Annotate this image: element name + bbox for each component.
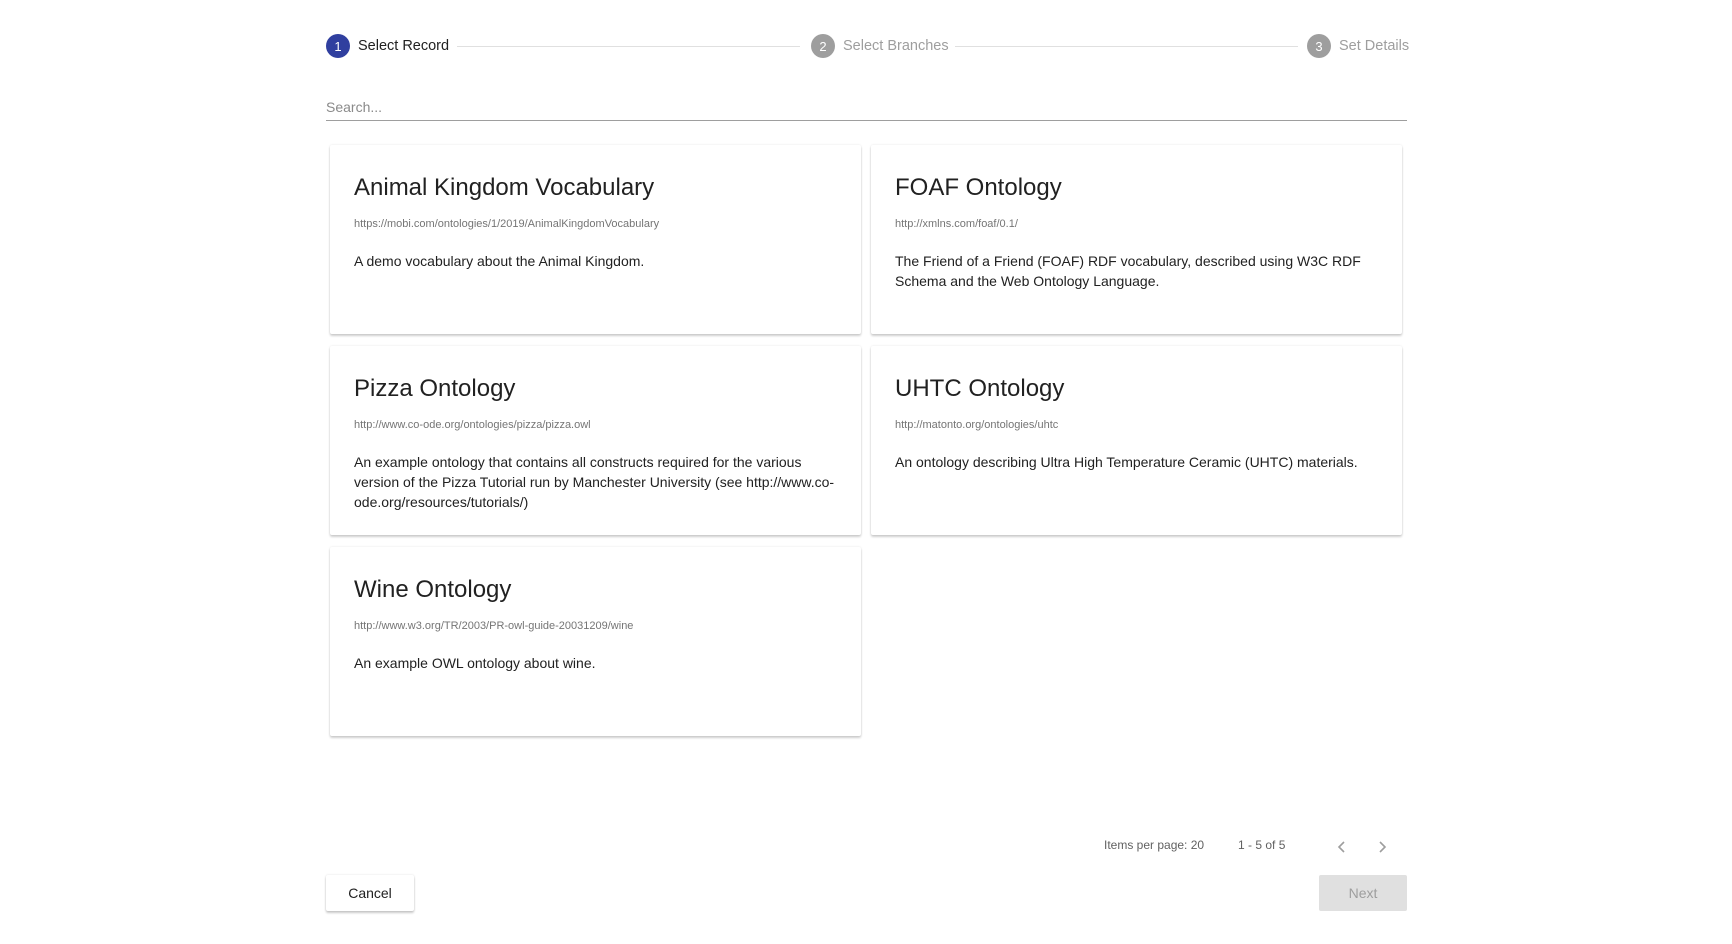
record-title: UHTC Ontology <box>895 375 1065 402</box>
record-iri: http://xmlns.com/foaf/0.1/ <box>895 218 1018 230</box>
chevron-left-icon <box>1337 841 1345 853</box>
record-card-animal-kingdom[interactable]: Animal Kingdom Vocabulary https://mobi.c… <box>330 145 861 334</box>
step-label: Select Record <box>358 38 450 54</box>
page-range-label: 1 - 5 of 5 <box>1238 838 1286 852</box>
next-button[interactable]: Next <box>1319 875 1407 911</box>
record-title: Wine Ontology <box>354 576 512 603</box>
step-select-branches[interactable]: 2 Select Branches <box>811 33 949 59</box>
previous-page-button[interactable] <box>1330 835 1354 859</box>
step-set-details[interactable]: 3 Set Details <box>1307 33 1409 59</box>
record-card-uhtc[interactable]: UHTC Ontology http://matonto.org/ontolog… <box>871 346 1402 535</box>
step-connector <box>955 46 1298 47</box>
search-field <box>326 94 1407 121</box>
record-description: An example OWL ontology about wine. <box>354 655 596 671</box>
cancel-button[interactable]: Cancel <box>326 875 414 911</box>
stepper: 1 Select Record 2 Select Branches 3 Set … <box>326 33 1409 59</box>
step-connector <box>457 46 800 47</box>
record-iri: https://mobi.com/ontologies/1/2019/Anima… <box>354 218 660 230</box>
step-select-record[interactable]: 1 Select Record <box>326 33 449 59</box>
step-number: 2 <box>811 34 835 58</box>
record-card-foaf[interactable]: FOAF Ontology http://xmlns.com/foaf/0.1/… <box>871 145 1402 334</box>
paginator: Items per page: 20 1 - 5 of 5 <box>326 835 1407 859</box>
step-label: Select Branches <box>843 38 949 54</box>
record-description: An ontology describing Ultra High Temper… <box>895 454 1358 470</box>
step-number: 1 <box>326 34 350 58</box>
record-iri: http://matonto.org/ontologies/uhtc <box>895 419 1059 431</box>
record-title: Pizza Ontology <box>354 375 516 402</box>
record-description: A demo vocabulary about the Animal Kingd… <box>354 253 645 269</box>
search-input[interactable] <box>326 94 1407 120</box>
chevron-right-icon <box>1379 841 1387 853</box>
record-title: FOAF Ontology <box>895 174 1062 201</box>
record-iri: http://www.w3.org/TR/2003/PR-owl-guide-2… <box>354 620 634 632</box>
record-description: The Friend of a Friend (FOAF) RDF vocabu… <box>895 253 1361 289</box>
items-per-page-label: Items per page: 20 <box>1104 838 1205 852</box>
record-card-wine[interactable]: Wine Ontology http://www.w3.org/TR/2003/… <box>330 547 861 736</box>
record-description: An example ontology that contains all co… <box>354 454 835 510</box>
step-label: Set Details <box>1339 38 1410 54</box>
record-title: Animal Kingdom Vocabulary <box>354 174 655 201</box>
record-card-pizza[interactable]: Pizza Ontology http://www.co-ode.org/ont… <box>330 346 861 535</box>
step-number: 3 <box>1307 34 1331 58</box>
record-iri: http://www.co-ode.org/ontologies/pizza/p… <box>354 419 591 431</box>
next-page-button[interactable] <box>1370 835 1394 859</box>
